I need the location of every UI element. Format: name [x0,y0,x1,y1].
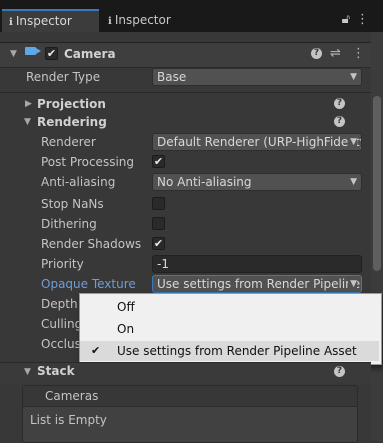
renderer-label: Renderer [41,135,96,149]
render-shadows-checkbox[interactable]: ✔ [152,237,165,250]
render-type-label: Render Type [26,70,101,84]
dithering-checkbox[interactable] [152,217,165,230]
menu-item-use-settings[interactable]: ✔ Use settings from Render Pipeline Asse… [80,341,379,361]
lock-icon[interactable]: 🔓︎ [342,12,356,27]
opaque-texture-dropdown[interactable]: Use settings from Render Pipeline Asset … [152,275,362,293]
camera-icon [25,47,41,55]
render-type-value: Base [157,70,187,84]
render-shadows-label: Render Shadows [41,237,142,251]
post-processing-label: Post Processing [41,155,134,169]
cameras-list-header: Cameras [45,389,99,403]
component-menu-icon[interactable]: ⋮ [352,46,365,61]
stop-nans-checkbox[interactable] [152,197,165,210]
opaque-texture-value: Use settings from Render Pipeline Asset [157,277,361,291]
info-icon: ℹ [108,16,112,27]
component-title: Camera [64,47,116,61]
kebab-menu-icon[interactable]: ⋮ [356,12,375,27]
anti-aliasing-dropdown[interactable]: No Anti-aliasing ▼ [152,173,362,191]
priority-field[interactable]: -1 [152,255,362,273]
anti-aliasing-label: Anti-aliasing [41,175,116,189]
stop-nans-label: Stop NaNs [41,197,104,211]
dropdown-menu: Off On ✔ Use settings from Render Pipeli… [79,293,382,365]
tab-label: Inspector [15,14,72,28]
section-stack[interactable]: Stack [37,364,75,378]
depth-label: Depth [41,297,78,311]
priority-label: Priority [41,257,84,271]
divider [0,92,371,93]
menu-item-on[interactable]: On [80,319,379,339]
menu-item-label: On [117,322,135,336]
chevron-down-icon: ▼ [348,134,357,150]
component-enabled-checkbox[interactable]: ✔ [45,47,58,60]
section-projection[interactable]: Projection [37,97,106,111]
menu-item-label: Off [117,300,135,314]
foldout-collapsed-icon[interactable]: ▶ [25,99,32,109]
foldout-expanded-icon[interactable]: ▼ [24,367,31,377]
culling-label: Culling [41,317,83,331]
priority-value: -1 [157,257,169,271]
post-processing-checkbox[interactable]: ✔ [152,155,165,168]
info-icon: ℹ [9,17,13,28]
opaque-texture-label: Opaque Texture [41,277,136,291]
renderer-value: Default Renderer (URP-HighFidelity) [157,135,362,149]
anti-aliasing-value: No Anti-aliasing [157,175,252,189]
tab-bar: ℹ Inspector ℹ Inspector 🔓︎⋮ [0,0,383,32]
render-type-dropdown[interactable]: Base ▼ [152,68,362,86]
foldout-expanded-icon[interactable]: ▼ [24,117,31,127]
tab-inspector-active[interactable]: ℹ Inspector [2,9,99,32]
help-icon[interactable]: ? [334,366,345,377]
tab-label: Inspector [114,13,171,27]
menu-item-off[interactable]: Off [80,297,379,317]
chevron-down-icon: ▼ [348,276,357,292]
list-header: Cameras [23,386,357,407]
menu-item-label: Use settings from Render Pipeline Asset [117,344,357,358]
help-icon[interactable]: ? [334,116,345,127]
scrollbar-thumb[interactable] [373,96,381,271]
chevron-down-icon: ▼ [348,174,357,190]
checkmark-icon: ✔ [91,344,101,357]
foldout-expanded-icon[interactable]: ▼ [10,49,17,59]
chevron-down-icon: ▼ [348,69,357,85]
help-icon[interactable]: ? [334,98,345,109]
tab-inspector[interactable]: ℹ Inspector [101,9,191,32]
preset-sliders-icon[interactable]: ⇌ [330,46,341,61]
occlusion-label: Occlus [41,337,81,351]
help-icon[interactable]: ? [311,48,322,59]
list-empty-text: List is Empty [30,413,107,427]
dithering-label: Dithering [41,217,97,231]
cameras-list: Cameras List is Empty [22,385,358,443]
section-rendering[interactable]: Rendering [37,115,107,129]
renderer-dropdown[interactable]: Default Renderer (URP-HighFidelity) ▼ [152,133,362,151]
